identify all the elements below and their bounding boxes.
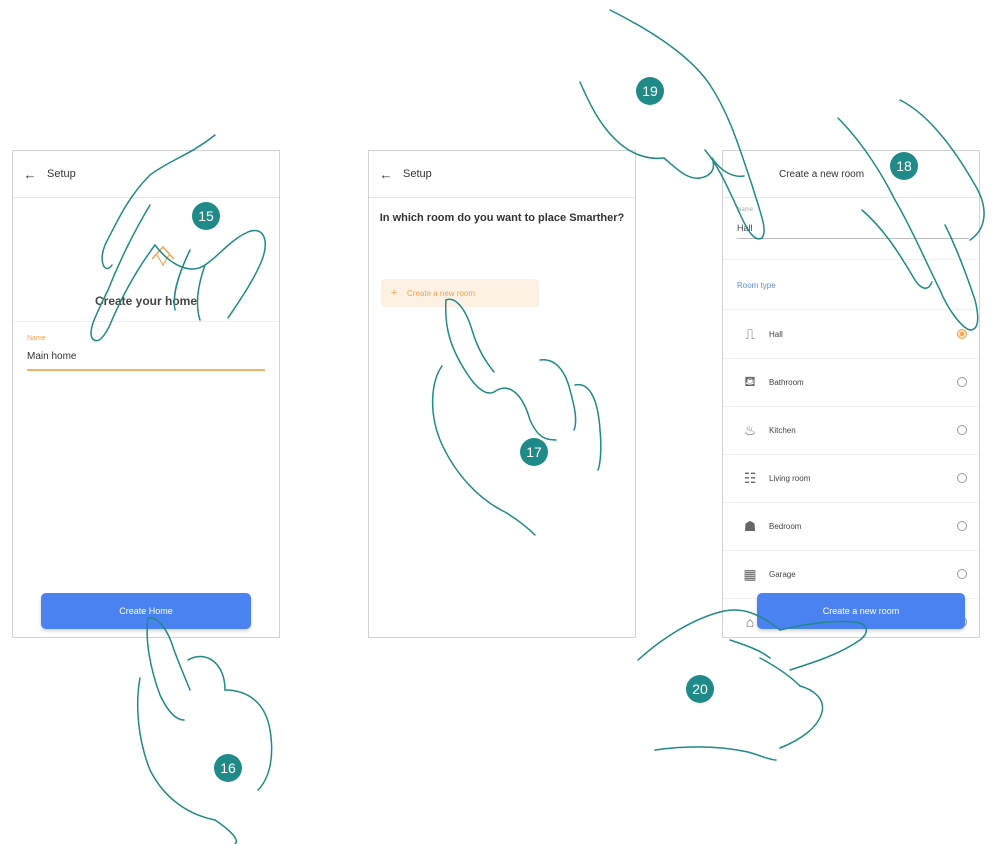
room-option-garage[interactable]: ▦ Garage (723, 550, 979, 599)
bedroom-icon: ☗ (743, 517, 757, 534)
hall-icon: ⎍ (745, 325, 755, 342)
room-label: Bedroom (769, 521, 802, 531)
step-badge: 20 (686, 675, 714, 703)
step-badge: 16 (214, 754, 242, 782)
radio-icon[interactable] (957, 425, 967, 435)
field-value[interactable]: Hall (737, 223, 753, 233)
create-room-button[interactable]: Create a new room (757, 593, 965, 629)
step-badge: 17 (520, 438, 548, 466)
divider (723, 259, 979, 260)
app-logo-icon (151, 245, 175, 267)
kitchen-icon: ♨ (743, 421, 757, 438)
radio-icon[interactable] (957, 569, 967, 579)
screen-select-room: ← Setup In which room do you want to pla… (368, 150, 636, 638)
app-header: ← Setup (369, 151, 635, 198)
create-home-button[interactable]: Create Home (41, 593, 251, 629)
living-room-icon: ☷ (743, 469, 757, 486)
room-option-kitchen[interactable]: ♨ Kitchen (723, 406, 979, 455)
room-type-label: Room type (737, 281, 776, 290)
radio-icon[interactable] (957, 377, 967, 387)
radio-icon[interactable] (957, 521, 967, 531)
header-title: Setup (47, 168, 76, 180)
bathroom-icon: ⛾ (744, 372, 756, 389)
app-header: Create a new room (723, 151, 979, 198)
field-underline (27, 369, 265, 371)
app-header: ← Setup (13, 151, 279, 198)
step-badge: 18 (890, 152, 918, 180)
radio-selected-icon[interactable] (957, 329, 967, 339)
room-label: Hall (769, 329, 783, 339)
create-room-row[interactable]: + Create a new room (381, 279, 539, 307)
field-value[interactable]: Main home (27, 351, 76, 362)
back-arrow-icon[interactable]: ← (13, 167, 47, 182)
room-option-bathroom[interactable]: ⛾ Bathroom (723, 358, 979, 407)
step-badge: 15 (192, 202, 220, 230)
room-option-hall[interactable]: ⎍ Hall (723, 310, 979, 359)
room-option-living-room[interactable]: ☷ Living room (723, 454, 979, 503)
page-title: Create your home (94, 294, 198, 308)
header-title: Create a new room (779, 168, 865, 180)
field-label: Name (27, 335, 46, 342)
create-room-label: Create a new room (407, 288, 476, 298)
radio-icon[interactable] (957, 473, 967, 483)
home-name-field[interactable]: Name Main home (27, 331, 265, 371)
room-label: Garage (769, 569, 796, 579)
room-name-field[interactable]: Name Hall (737, 203, 969, 239)
room-label: Kitchen (769, 425, 796, 435)
room-label: Bathroom (769, 377, 804, 387)
step-badge: 19 (636, 77, 664, 105)
screen-create-home: ← Setup Create your home Name Main home … (12, 150, 280, 638)
back-arrow-icon[interactable]: ← (369, 167, 403, 182)
room-label: Living room (769, 473, 811, 483)
room-question: In which room do you want to place Smart… (379, 212, 625, 224)
screen-create-room: Create a new room Name Hall Room type ⎍ … (722, 150, 980, 638)
garage-icon: ▦ (743, 565, 757, 582)
plus-icon: + (390, 287, 398, 299)
room-option-bedroom[interactable]: ☗ Bedroom (723, 502, 979, 551)
header-title: Setup (403, 168, 432, 180)
field-underline (737, 238, 969, 239)
field-label: Name (737, 207, 754, 213)
pointing-hand-icon (136, 617, 273, 844)
divider (13, 321, 279, 322)
